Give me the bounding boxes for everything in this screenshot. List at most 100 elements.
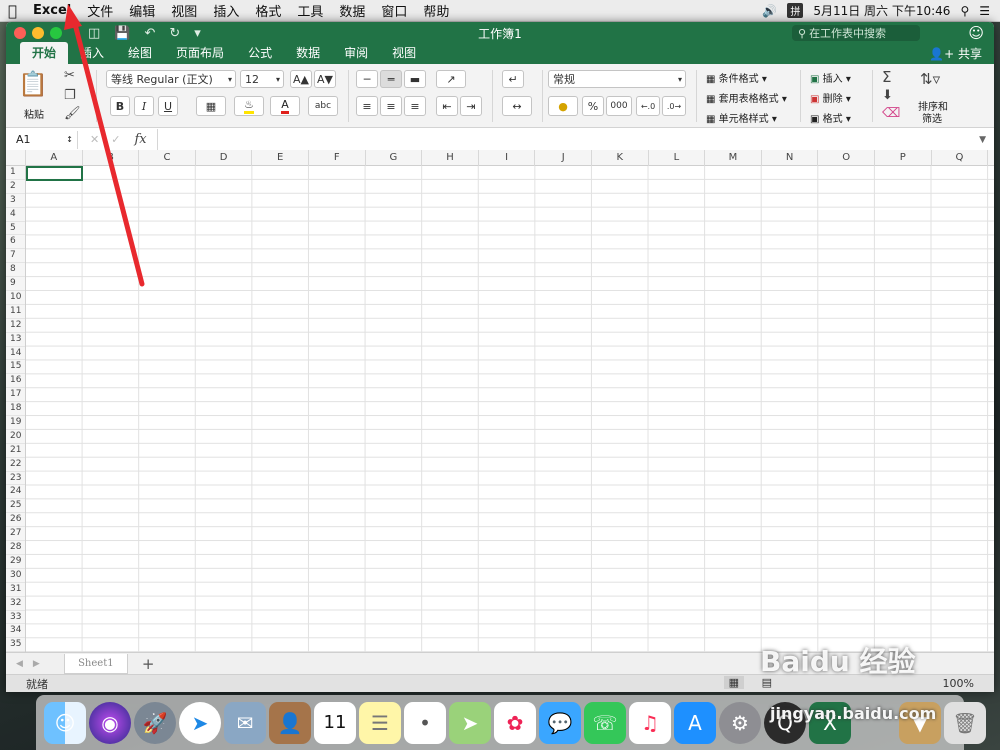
cell-styles-button[interactable]: ▦ 单元格样式 ▾ <box>706 110 777 125</box>
row-header[interactable]: 12 <box>6 319 25 333</box>
siri-icon[interactable]: ◉ <box>89 701 131 744</box>
customize-toolbar-icon[interactable]: ▾ <box>194 26 201 41</box>
row-header[interactable]: 17 <box>6 388 25 403</box>
tab-insert[interactable]: 插入 <box>68 42 116 64</box>
column-header[interactable]: M <box>705 150 762 166</box>
number-format-select[interactable]: 常规 ▾ <box>548 70 686 88</box>
format-as-table-button[interactable]: ▦ 套用表格格式 ▾ <box>706 90 787 105</box>
formula-input[interactable] <box>156 128 979 151</box>
wrap-text-button[interactable]: ↵ <box>502 70 524 88</box>
music-icon[interactable]: ♫ <box>629 701 671 744</box>
row-header[interactable]: 8 <box>6 263 25 278</box>
save-icon[interactable]: 💾 <box>114 26 130 41</box>
decrease-indent-button[interactable]: ⇤ <box>436 96 458 116</box>
borders-button[interactable]: ▦ <box>196 96 226 116</box>
row-header[interactable]: 28 <box>6 541 25 555</box>
menu-tools[interactable]: 工具 <box>289 1 331 20</box>
minimize-button[interactable] <box>32 27 44 39</box>
column-header[interactable]: G <box>366 150 423 166</box>
sort-filter-icon[interactable]: ⇅▿ <box>920 70 940 88</box>
row-header[interactable]: 25 <box>6 499 25 514</box>
row-header[interactable]: 2 <box>6 180 25 194</box>
font-size-select[interactable]: 12 ▾ <box>240 70 284 88</box>
menu-format[interactable]: 格式 <box>247 1 289 20</box>
bold-button[interactable]: B <box>110 96 130 116</box>
menubar-clock[interactable]: 5月11日 周六 下午10:46 <box>813 2 950 19</box>
row-header[interactable]: 24 <box>6 485 25 500</box>
column-header[interactable]: L <box>649 150 706 166</box>
row-header[interactable]: 22 <box>6 458 25 472</box>
tab-view[interactable]: 视图 <box>380 42 428 64</box>
calendar-icon[interactable]: 11 <box>314 701 356 744</box>
insert-cells-button[interactable]: ▣ 插入 ▾ <box>810 70 851 85</box>
zoom-button[interactable] <box>50 27 62 39</box>
tab-page-layout[interactable]: 页面布局 <box>164 42 236 64</box>
column-header[interactable]: C <box>139 150 196 166</box>
paste-icon[interactable]: 📋 <box>18 70 48 98</box>
row-header[interactable]: 11 <box>6 305 25 319</box>
photos-icon[interactable]: ✿ <box>494 701 536 744</box>
merge-center-button[interactable]: ↔ <box>502 96 532 116</box>
contacts-icon[interactable]: 👤 <box>269 701 311 744</box>
decrease-decimal-button[interactable]: .0→ <box>662 96 686 116</box>
text-orientation-button[interactable]: ↗ <box>436 70 466 88</box>
zoom-level[interactable]: 100% <box>943 677 974 690</box>
underline-button[interactable]: U <box>158 96 178 116</box>
font-family-select[interactable]: 等线 Regular (正文) ▾ <box>106 70 236 88</box>
redo-icon[interactable]: ↻ <box>169 26 180 41</box>
row-header[interactable]: 13 <box>6 333 25 347</box>
volume-icon[interactable]: 🔊 <box>762 4 777 18</box>
row-header[interactable]: 23 <box>6 472 25 486</box>
row-header[interactable]: 3 <box>6 194 25 208</box>
column-header[interactable]: K <box>592 150 649 166</box>
tab-data[interactable]: 数据 <box>284 42 332 64</box>
reminders-icon[interactable]: • <box>404 701 446 744</box>
notes-icon[interactable]: ☰ <box>359 701 401 744</box>
share-button[interactable]: 👤+ 共享 <box>929 45 982 62</box>
select-all-corner[interactable] <box>6 150 26 166</box>
row-header[interactable]: 6 <box>6 235 25 250</box>
safari-icon[interactable]: ➤ <box>179 701 221 744</box>
spotlight-search-icon[interactable]: ⚲ <box>960 4 969 18</box>
currency-button[interactable]: ● <box>548 96 578 116</box>
column-header[interactable]: E <box>252 150 309 166</box>
increase-decimal-button[interactable]: ←.0 <box>636 96 660 116</box>
row-header[interactable]: 10 <box>6 291 25 305</box>
column-header[interactable]: N <box>762 150 819 166</box>
menu-help[interactable]: 帮助 <box>415 1 457 20</box>
menu-file[interactable]: 文件 <box>79 1 121 20</box>
italic-button[interactable]: I <box>134 96 154 116</box>
row-header[interactable]: 32 <box>6 597 25 611</box>
feedback-smiley-icon[interactable]: ☺ <box>968 24 984 42</box>
expand-formula-icon[interactable]: ▼ <box>979 135 994 145</box>
align-right-button[interactable]: ≡ <box>404 96 426 116</box>
align-left-button[interactable]: ≡ <box>356 96 378 116</box>
row-header[interactable]: 19 <box>6 416 25 430</box>
row-header[interactable]: 5 <box>6 222 25 236</box>
row-header[interactable]: 14 <box>6 347 25 361</box>
fill-color-button[interactable]: ♨ <box>234 96 264 116</box>
row-header[interactable]: 7 <box>6 249 25 264</box>
cancel-formula-icon[interactable]: ✕ <box>90 133 99 146</box>
column-header[interactable]: D <box>196 150 253 166</box>
mail-icon[interactable]: ✉ <box>224 701 266 744</box>
comma-style-button[interactable]: 000 <box>606 96 632 116</box>
confirm-formula-icon[interactable]: ✓ <box>111 133 120 146</box>
tab-draw[interactable]: 绘图 <box>116 42 164 64</box>
launchpad-icon[interactable]: 🚀 <box>134 701 176 744</box>
sidebar-toggle-icon[interactable]: ◫ <box>88 26 100 41</box>
row-header[interactable]: 34 <box>6 624 25 639</box>
maps-icon[interactable]: ➤ <box>449 701 491 744</box>
row-header[interactable]: 31 <box>6 583 25 597</box>
menu-window[interactable]: 窗口 <box>373 1 415 20</box>
row-header[interactable]: 33 <box>6 611 25 625</box>
row-header[interactable]: 26 <box>6 513 25 528</box>
name-box[interactable]: A1 ↕ <box>10 130 78 149</box>
apple-menu-icon[interactable]:  <box>0 2 25 20</box>
row-header[interactable]: 15 <box>6 360 25 375</box>
row-header[interactable]: 16 <box>6 374 25 389</box>
align-bottom-button[interactable]: ▬ <box>404 70 426 88</box>
next-sheet-icon[interactable]: ▶ <box>33 659 40 669</box>
menu-insert[interactable]: 插入 <box>205 1 247 20</box>
row-header[interactable]: 29 <box>6 555 25 569</box>
